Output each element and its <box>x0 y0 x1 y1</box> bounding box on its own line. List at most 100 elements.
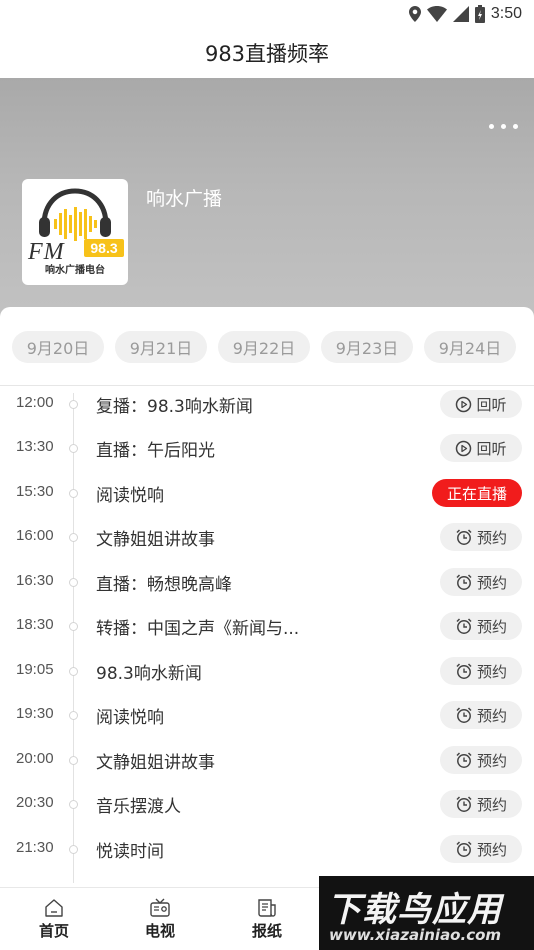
reserve-button[interactable]: 预约 <box>440 701 522 729</box>
program-row: 13:30 直播：午后阳光 回听 <box>0 426 534 470</box>
watermark-title: 下载鸟应用 <box>327 890 502 930</box>
station-name: 响水广播 <box>146 188 223 210</box>
program-time: 21:30 <box>16 839 54 856</box>
replay-button[interactable]: 回听 <box>440 390 522 418</box>
timeline-dot <box>69 622 78 631</box>
timeline-dot <box>69 845 78 854</box>
tab-home[interactable]: 首页 <box>24 898 84 941</box>
tv-icon <box>150 898 170 917</box>
program-title: 直播：畅想晚高峰 <box>96 575 232 595</box>
program-title: 阅读悦响 <box>96 486 164 506</box>
date-tab[interactable]: 9月22日 <box>218 331 310 363</box>
title-bar: 983直播频率 <box>0 28 534 78</box>
location-icon <box>408 6 421 22</box>
program-time: 20:30 <box>16 794 54 811</box>
more-dot-icon <box>489 124 494 129</box>
logo-frequency: 98.3 <box>90 240 117 256</box>
timeline-dot <box>69 444 78 453</box>
timeline-dot <box>69 667 78 676</box>
reserve-button[interactable]: 预约 <box>440 612 522 640</box>
program-row: 20:30 音乐摆渡人 预约 <box>0 782 534 826</box>
page-title: 983直播频率 <box>204 42 330 66</box>
newspaper-icon <box>258 899 276 917</box>
reserve-button[interactable]: 预约 <box>440 790 522 818</box>
program-row: 12:00 复播：98.3响水新闻 回听 <box>0 382 534 426</box>
program-title: 阅读悦响 <box>96 708 164 728</box>
program-row: 19:05 98.3响水新闻 预约 <box>0 649 534 693</box>
timeline-dot <box>69 400 78 409</box>
date-tabs: 9月20日 9月21日 9月22日 9月23日 9月24日 <box>0 331 534 365</box>
program-time: 13:30 <box>16 438 54 455</box>
program-title: 音乐摆渡人 <box>96 797 181 817</box>
program-title: 悦读时间 <box>96 842 164 862</box>
program-row: 21:30 悦读时间 预约 <box>0 827 534 871</box>
reserve-label: 预约 <box>476 706 507 725</box>
program-title: 复播：98.3响水新闻 <box>96 397 253 417</box>
replay-button[interactable]: 回听 <box>440 434 522 462</box>
reserve-label: 预约 <box>476 751 507 770</box>
reserve-button[interactable]: 预约 <box>440 523 522 551</box>
reserve-label: 预约 <box>476 573 507 592</box>
reserve-label: 预约 <box>476 617 507 636</box>
program-row: 19:30 阅读悦响 预约 <box>0 693 534 737</box>
date-tab[interactable]: 9月24日 <box>424 331 516 363</box>
reserve-button[interactable]: 预约 <box>440 746 522 774</box>
live-now-label: 正在直播 <box>446 484 507 503</box>
status-time: 3:50 <box>490 5 522 22</box>
more-options-button[interactable] <box>489 124 518 129</box>
program-title: 转播：中国之声《新闻与... <box>96 619 300 639</box>
date-tab[interactable]: 9月21日 <box>115 331 207 363</box>
logo-fm: FM <box>27 239 66 265</box>
program-time: 16:00 <box>16 527 54 544</box>
watermark: 下载鸟应用 www.xiazainiao.com <box>319 876 534 950</box>
alarm-clock-icon <box>456 529 472 545</box>
alarm-clock-icon <box>456 707 472 723</box>
program-time: 15:30 <box>16 483 54 500</box>
replay-label: 回听 <box>476 395 507 414</box>
timeline-dot <box>69 756 78 765</box>
program-title: 98.3响水新闻 <box>96 664 202 684</box>
more-dot-icon <box>501 124 506 129</box>
status-bar: 3:50 <box>0 0 534 28</box>
alarm-clock-icon <box>456 841 472 857</box>
date-tab[interactable]: 9月23日 <box>321 331 413 363</box>
tab-home-label: 首页 <box>38 922 69 940</box>
replay-icon <box>456 396 472 412</box>
timeline-dot <box>69 489 78 498</box>
battery-icon <box>474 5 485 23</box>
logo-caption: 响水广播电台 <box>45 263 105 276</box>
timeline-dot <box>69 711 78 720</box>
alarm-clock-icon <box>456 796 472 812</box>
program-row: 18:30 转播：中国之声《新闻与... 预约 <box>0 604 534 648</box>
program-title: 文静姐姐讲故事 <box>96 530 215 550</box>
live-now-button[interactable]: 正在直播 <box>432 479 522 507</box>
program-time: 12:00 <box>16 394 54 411</box>
tab-tv[interactable]: 电视 <box>130 898 190 941</box>
date-tab[interactable]: 9月20日 <box>12 331 104 363</box>
reserve-button[interactable]: 预约 <box>440 568 522 596</box>
wifi-icon <box>426 6 447 22</box>
tab-newspaper[interactable]: 报纸 <box>237 898 297 941</box>
fm-logo-icon: 98.3 FM 响水广播电台 <box>27 188 124 276</box>
timeline-dot <box>69 533 78 542</box>
signal-icon <box>452 6 469 22</box>
timeline-dot <box>69 578 78 587</box>
reserve-label: 预约 <box>476 795 507 814</box>
reserve-button[interactable]: 预约 <box>440 657 522 685</box>
program-title: 直播：午后阳光 <box>96 441 215 461</box>
timeline-dot <box>69 800 78 809</box>
program-row: 16:00 文静姐姐讲故事 预约 <box>0 515 534 559</box>
program-time: 19:30 <box>16 705 54 722</box>
program-row: 20:00 文静姐姐讲故事 预约 <box>0 738 534 782</box>
program-row: 16:30 直播：畅想晚高峰 预约 <box>0 560 534 604</box>
program-time: 19:05 <box>16 661 54 678</box>
tab-newspaper-label: 报纸 <box>251 922 282 940</box>
alarm-clock-icon <box>456 752 472 768</box>
more-dot-icon <box>513 124 518 129</box>
alarm-clock-icon <box>456 663 472 679</box>
reserve-label: 预约 <box>476 528 507 547</box>
reserve-button[interactable]: 预约 <box>440 835 522 863</box>
alarm-clock-icon <box>456 618 472 634</box>
home-icon <box>45 899 63 917</box>
replay-label: 回听 <box>476 439 507 458</box>
